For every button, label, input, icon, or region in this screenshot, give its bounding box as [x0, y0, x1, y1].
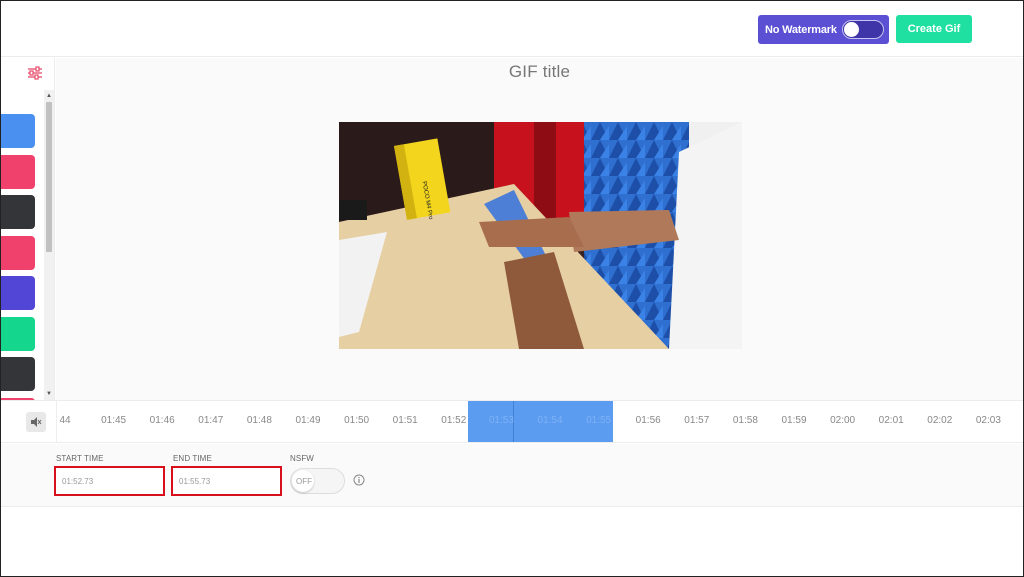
video-preview[interactable]: POCO M4 Pro	[339, 122, 742, 349]
scrollbar-thumb[interactable]	[46, 102, 52, 252]
speaker-muted-icon	[31, 417, 42, 427]
end-time-input[interactable]	[171, 466, 282, 496]
footer-area	[1, 508, 1023, 576]
watermark-switch[interactable]	[842, 20, 884, 39]
timeline-selection-range[interactable]: 01:53 01:54 01:55	[468, 401, 613, 442]
timeline-tick-label: 01:47	[198, 415, 224, 426]
no-watermark-toggle[interactable]: No Watermark	[758, 15, 889, 44]
sidebar-scrollbar[interactable]: ▲ ▼	[44, 90, 54, 400]
timeline-tick-label: 02:00	[830, 415, 856, 426]
timeline-tick-label: 01:59	[781, 415, 807, 426]
nsfw-state-text: OFF	[296, 477, 312, 486]
sidebar: ▲ ▼	[1, 58, 55, 405]
video-frame-image: POCO M4 Pro	[339, 122, 742, 349]
timeline-tick-label: 02:01	[878, 415, 904, 426]
no-watermark-label: No Watermark	[765, 23, 837, 36]
end-time-label: END TIME	[173, 454, 212, 463]
color-swatch[interactable]	[1, 357, 35, 391]
preview-stage: GIF title POCO M4 Pro	[56, 58, 1023, 400]
time-controls: START TIME END TIME NSFW OFF	[1, 444, 1023, 507]
timeline-tick-label: 01:54	[537, 415, 563, 426]
top-bar: No Watermark Create Gif	[1, 1, 1023, 57]
timeline-tick-label: 01:55	[586, 415, 612, 426]
color-swatch[interactable]	[1, 195, 35, 229]
gif-title[interactable]: GIF title	[56, 62, 1023, 82]
timeline-tick-label: 01:49	[295, 415, 321, 426]
color-swatch[interactable]	[1, 316, 35, 351]
timeline-tick-label: 01:58	[732, 415, 758, 426]
create-gif-button[interactable]: Create Gif	[896, 15, 972, 43]
color-swatch[interactable]	[1, 154, 35, 189]
color-swatch[interactable]	[1, 276, 35, 310]
timeline-tick-label: 44	[59, 415, 71, 426]
sliders-icon[interactable]	[27, 66, 43, 80]
timeline-tick-label: 01:57	[684, 415, 710, 426]
timeline[interactable]: 44 01:45 01:46 01:47 01:48 01:49 01:50 01:51 01:…	[1, 400, 1023, 443]
scroll-up-arrow-icon[interactable]: ▲	[45, 92, 53, 100]
scroll-down-arrow-icon[interactable]: ▼	[45, 390, 53, 398]
color-swatch[interactable]	[1, 235, 35, 270]
nsfw-label: NSFW	[290, 454, 314, 463]
timeline-tick-label: 02:02	[927, 415, 953, 426]
start-time-label: START TIME	[56, 454, 104, 463]
timeline-tick-label: 01:48	[246, 415, 272, 426]
info-icon[interactable]	[353, 474, 365, 486]
timeline-tick-label: 01:45	[101, 415, 127, 426]
timeline-tick-label: 01:53	[488, 415, 514, 426]
timeline-tick-label: 01:51	[392, 415, 418, 426]
color-swatch[interactable]	[1, 114, 35, 148]
timeline-tick-label: 01:50	[344, 415, 370, 426]
nsfw-toggle[interactable]: OFF	[290, 468, 345, 494]
watermark-switch-knob	[844, 22, 859, 37]
mute-button[interactable]	[26, 412, 46, 432]
start-time-input[interactable]	[54, 466, 165, 496]
timeline-tick-label: 01:46	[149, 415, 175, 426]
timeline-tick-label: 01:56	[635, 415, 661, 426]
timeline-tick-label: 02:	[1013, 415, 1023, 426]
timeline-tick-label: 02:03	[975, 415, 1001, 426]
